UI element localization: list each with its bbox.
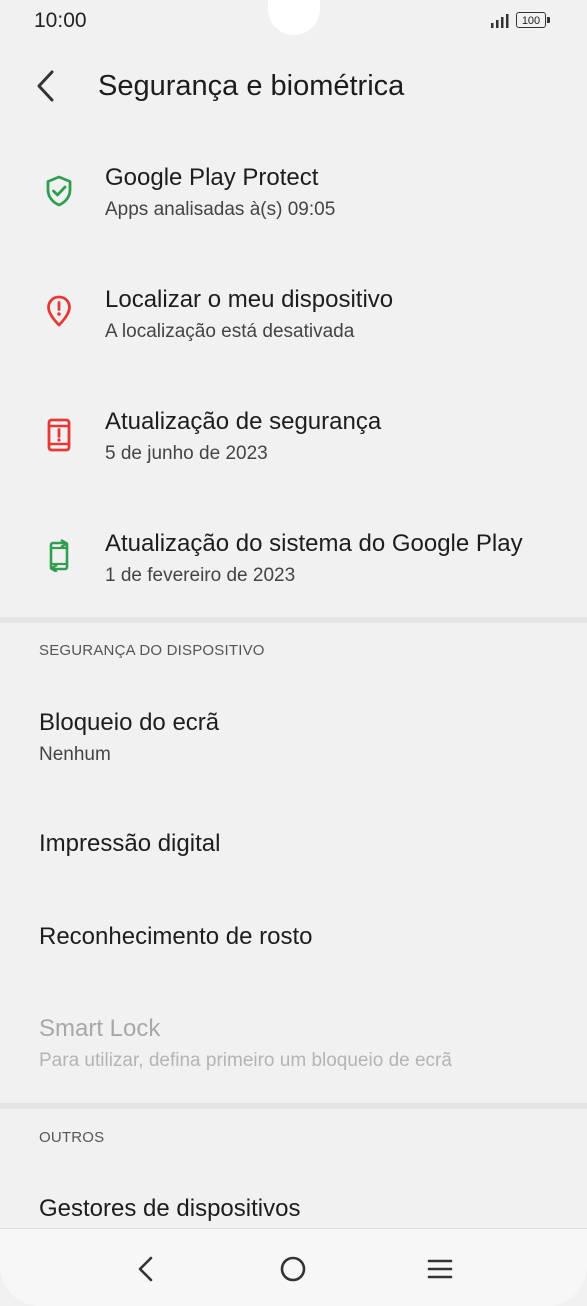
navigation-bar [0,1228,587,1306]
phone-alert-icon [47,418,71,452]
screen: 10:00 100 Segurança e biométrica Google … [0,0,587,1306]
smart-lock-item: Smart Lock Para utilizar, defina primeir… [0,1011,587,1087]
device-admins-item[interactable]: Gestores de dispositivos [0,1191,587,1231]
item-subtitle: Nenhum [39,744,111,765]
google-play-protect-item[interactable]: Google Play Protect Apps analisadas à(s)… [0,160,587,240]
google-play-system-update-item[interactable]: Atualização do sistema do Google Play 1 … [0,526,587,606]
item-title: Smart Lock [39,1015,161,1042]
battery-level: 100 [521,15,541,27]
page-title: Segurança e biométrica [98,70,405,102]
item-title: Atualização de segurança [105,408,382,435]
section-divider [0,1103,587,1109]
screen-lock-item[interactable]: Bloqueio do ecrã Nenhum [0,705,587,781]
item-subtitle: A localização está desativada [105,321,355,342]
system-update-icon [49,538,69,572]
camera-notch [268,0,320,35]
item-subtitle: 5 de junho de 2023 [105,443,268,464]
signal-icon [491,14,509,28]
nav-back-icon[interactable] [128,1251,164,1287]
status-bar: 10:00 100 [0,0,587,44]
item-title: Reconhecimento de rosto [39,923,313,950]
shield-check-icon [46,175,72,207]
item-subtitle: Para utilizar, defina primeiro um bloque… [39,1050,452,1071]
back-arrow-icon[interactable] [30,68,60,104]
find-my-device-item[interactable]: Localizar o meu dispositivo A localizaçã… [0,282,587,362]
section-header-others: OUTROS [39,1129,105,1146]
section-header-device-security: SEGURANÇA DO DISPOSITIVO [39,642,265,659]
item-subtitle: 1 de fevereiro de 2023 [105,565,296,586]
section-divider [0,617,587,623]
face-recognition-item[interactable]: Reconhecimento de rosto [0,919,587,969]
nav-menu-icon[interactable] [422,1251,458,1287]
nav-home-icon[interactable] [275,1251,311,1287]
status-time: 10:00 [34,9,87,32]
item-title: Atualização do sistema do Google Play [105,530,523,557]
item-title: Localizar o meu dispositivo [105,286,394,313]
app-bar: Segurança e biométrica [0,60,587,116]
security-update-item[interactable]: Atualização de segurança 5 de junho de 2… [0,404,587,484]
item-subtitle: Apps analisadas à(s) 09:05 [105,199,336,220]
item-title: Google Play Protect [105,164,319,191]
battery-icon: 100 [516,12,550,28]
item-title: Bloqueio do ecrã [39,709,220,736]
item-title: Impressão digital [39,830,221,857]
fingerprint-item[interactable]: Impressão digital [0,826,587,876]
item-title: Gestores de dispositivos [39,1195,301,1222]
location-alert-icon [47,295,71,327]
